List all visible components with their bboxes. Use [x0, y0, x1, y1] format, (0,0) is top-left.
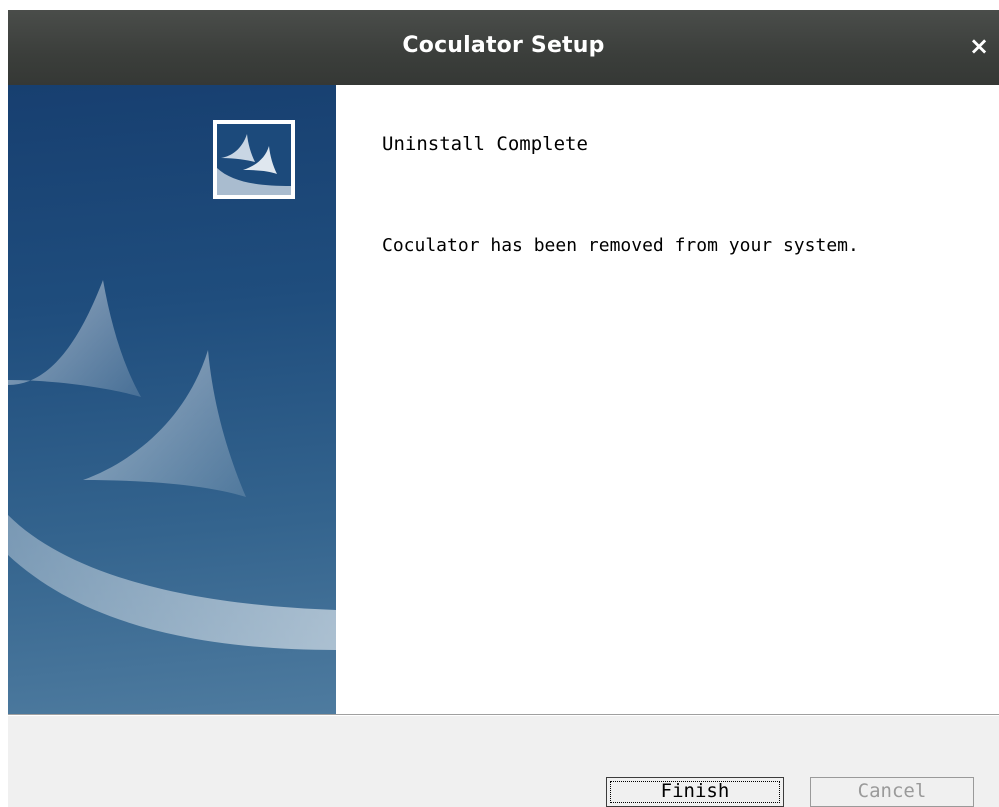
wizard-side-banner — [8, 85, 336, 714]
finish-button[interactable]: Finish — [606, 777, 784, 807]
close-button[interactable]: × — [959, 26, 999, 66]
close-icon: × — [968, 32, 990, 60]
setup-window: Coculator Setup × Uninstall Complete Coc… — [8, 10, 999, 807]
page-heading: Uninstall Complete — [382, 133, 588, 155]
sail-left — [8, 280, 141, 397]
installer-logo-icon — [213, 120, 295, 199]
title-bar[interactable]: Coculator Setup × — [8, 10, 999, 85]
completion-message: Coculator has been removed from your sys… — [382, 235, 859, 256]
footer-separator-highlight — [8, 715, 999, 716]
window-title: Coculator Setup — [402, 33, 605, 58]
cancel-button[interactable]: Cancel — [810, 777, 974, 807]
focus-ring — [610, 781, 780, 803]
cancel-button-label: Cancel — [857, 780, 927, 802]
content-panel: Uninstall Complete Coculator has been re… — [336, 85, 999, 714]
swoosh-band — [8, 515, 336, 650]
